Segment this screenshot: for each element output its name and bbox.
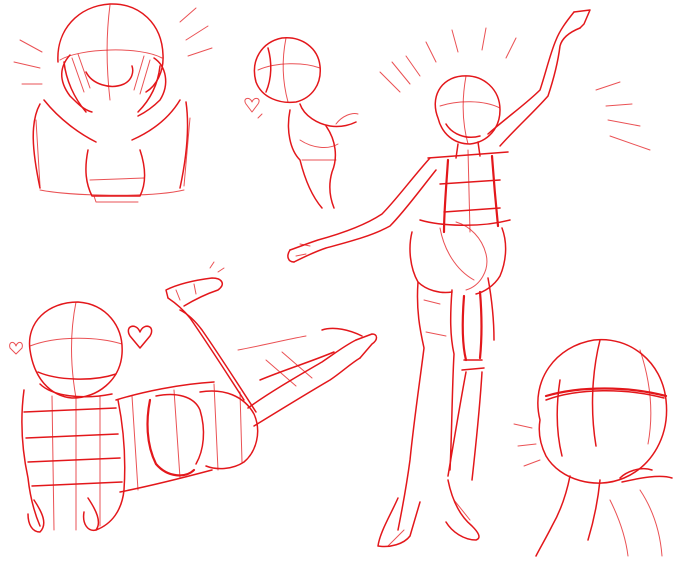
- figure-standing-arm-raised: [287, 9, 651, 548]
- figure-chibi-heart: [244, 37, 359, 209]
- figure-lying-prone-legs-up: [9, 261, 378, 533]
- figure-cheeks-in-hands: [13, 3, 213, 203]
- figure-head-closeup: [513, 338, 673, 557]
- sketch-canvas: [9, 3, 673, 557]
